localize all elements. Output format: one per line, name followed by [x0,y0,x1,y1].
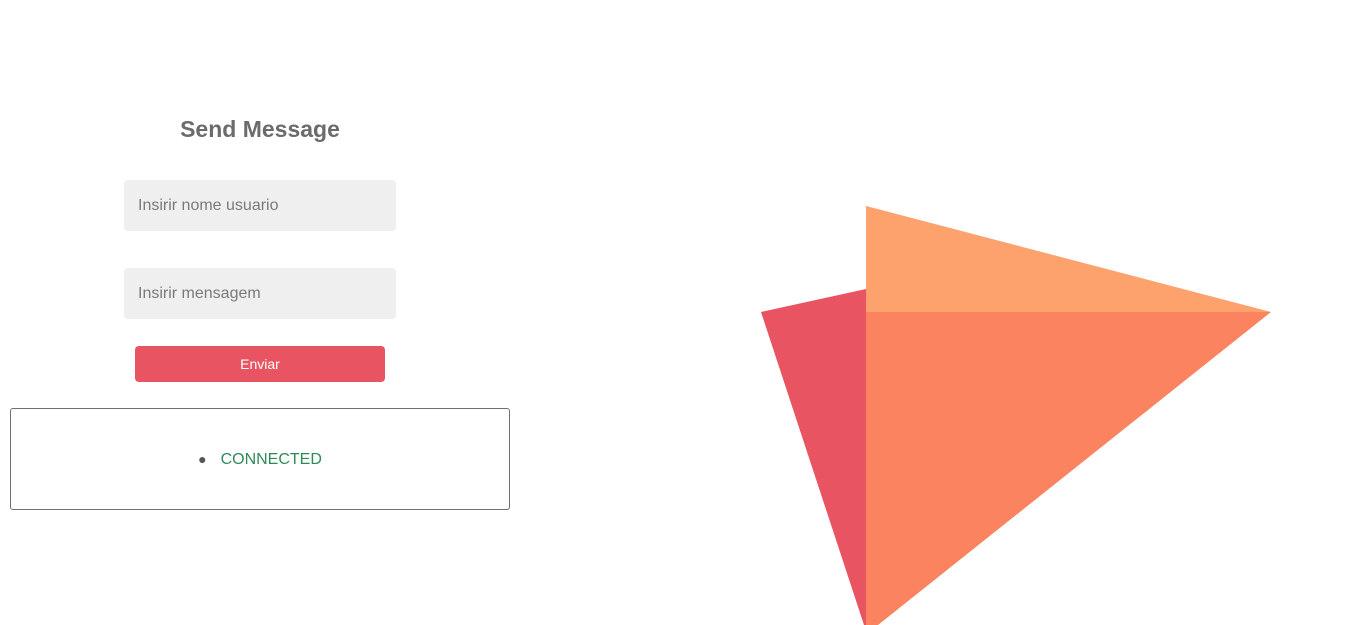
form-title: Send Message [180,116,340,142]
send-button[interactable]: Enviar [135,346,385,382]
bullet-icon: ● [198,451,207,467]
paper-plane-icon [761,206,1271,625]
plane-body [866,312,1271,625]
username-input[interactable] [124,180,396,231]
message-form: Send Message Enviar ● CONNECTED [0,0,520,625]
status-text: CONNECTED [220,451,322,468]
status-log: ● CONNECTED [10,408,510,510]
plane-top-wing [866,206,1271,312]
message-input[interactable] [124,268,396,319]
status-list: ● CONNECTED [11,451,509,469]
status-item: ● CONNECTED [198,451,322,469]
page: Send Message Enviar ● CONNECTED [0,0,1366,625]
plane-left-wing [761,289,866,625]
